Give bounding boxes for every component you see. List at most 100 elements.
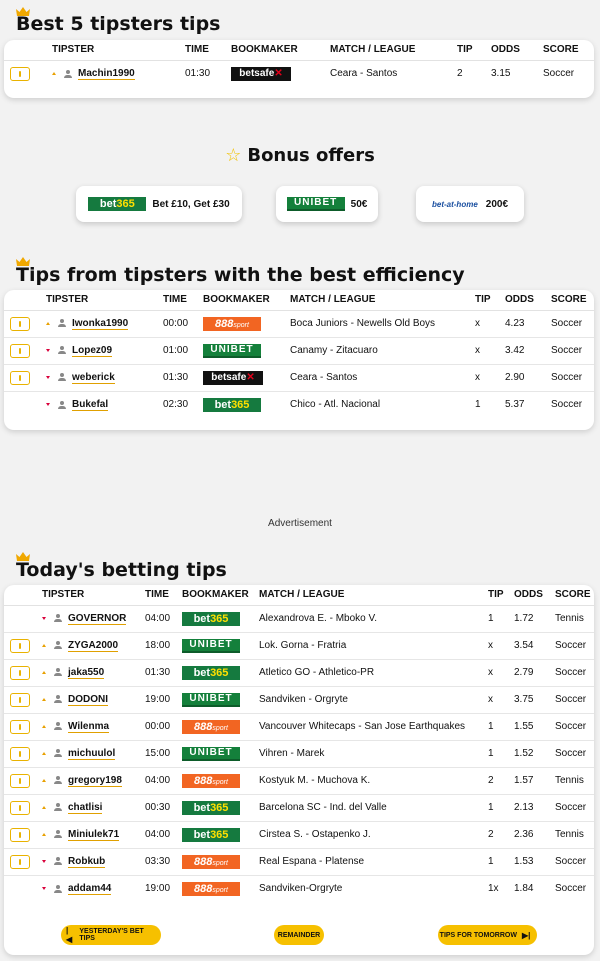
trend-down-icon [42,887,46,891]
user-icon [54,722,62,731]
tip-time: 19:00 [145,883,171,895]
add-tip-button[interactable] [10,746,30,761]
table-row[interactable]: addam44 19:00 888sport Sandviken-Orgryte 1x 1… [4,875,594,902]
table-row[interactable]: Iwonka1990 00:00 888sport Boca Juniors -… [4,310,594,338]
table-row[interactable]: michuulol 15:00 UNIBET Vihren - Marek 1 1.52 S… [4,740,594,768]
tomorrow-tips-button[interactable]: TIPS FOR TOMORROW ▶| [438,925,537,945]
bookmaker-logo-bet365[interactable]: bet365 [203,397,261,412]
bonus-offer-bet365[interactable]: bet365 Bet £10, Get £30 [76,186,242,222]
bookmaker-logo-betsafe[interactable]: betsafe✕ [203,370,263,385]
add-tip-button[interactable] [10,370,30,385]
add-tip-button[interactable] [10,66,30,81]
tipster-link[interactable]: DODONI [68,693,108,706]
tipster-link[interactable]: ZYGA2000 [68,639,119,652]
tipster-link[interactable]: Iwonka1990 [72,317,129,330]
table-row[interactable]: Lopez09 01:00 UNIBET Canamy - Zitacuaro … [4,337,594,365]
bookmaker-logo-888sport[interactable]: 888sport [182,773,240,788]
add-tip-button[interactable] [10,316,30,331]
odds-value: 3.75 [514,686,555,714]
bookmaker-logo-unibet[interactable]: UNIBET [203,343,261,358]
bookmaker-logo-888sport[interactable]: 888sport [203,316,261,331]
bookmaker-logo-unibet[interactable]: UNIBET [182,746,240,761]
bookmaker-logo-888sport[interactable]: 888sport [182,881,240,896]
tipster-link[interactable]: michuulol [68,747,116,760]
tipster-link[interactable]: Lopez09 [72,344,113,357]
tipster-link[interactable]: jaka550 [68,666,105,679]
add-tip-button[interactable] [10,800,30,815]
sport-name: Tennis [555,605,594,633]
tipster-link[interactable]: Machin1990 [78,68,135,81]
match-name: Sandviken - Orgryte [259,686,488,714]
yesterday-tips-button[interactable]: |◀ YESTERDAY'S BET TIPS [61,925,161,945]
add-tip-button[interactable] [10,719,30,734]
trend-up-icon [42,832,46,836]
table-row[interactable]: GOVERNOR 04:00 bet365 Alexandrova E. - Mbok… [4,605,594,633]
advertisement-label: Advertisement [268,518,332,529]
remainder-button[interactable]: REMAINDER [274,925,324,945]
col-tipster: TIPSTER [52,40,185,61]
tip-time: 15:00 [145,740,182,768]
odds-value: 1.55 [514,713,555,741]
trend-up-icon [42,724,46,728]
tipster-link[interactable]: Wilenma [68,720,110,733]
add-tip-button[interactable] [10,343,30,358]
tipster-link[interactable]: addam44 [68,883,112,896]
odds-value: 1.52 [514,740,555,768]
sport-name: Tennis [555,767,594,795]
add-tip-button[interactable] [10,692,30,707]
trend-down-icon [46,348,50,352]
bookmaker-logo-bet365[interactable]: bet365 [182,611,240,626]
table-row[interactable]: Machin1990 01:30 betsafe✕ Ceara - Santos… [4,60,594,87]
match-name: Vihren - Marek [259,740,488,768]
bookmaker-logo-unibet[interactable]: UNIBET [182,692,240,707]
table-header-row: TIPSTER TIME BOOKMAKER MATCH / LEAGUE TI… [4,585,594,606]
user-icon [54,668,62,677]
table-row[interactable]: ZYGA2000 18:00 UNIBET Lok. Gorna - Fratria x… [4,632,594,660]
add-tip-button[interactable] [10,638,30,653]
tipster-link[interactable]: Bukefal [72,399,109,412]
tip-time: 19:00 [145,686,182,714]
section-title-best5: Best 5 tipsters tips [16,13,221,35]
add-tip-button[interactable] [10,854,30,869]
bonus-offer-betathome[interactable]: bet-at-home 200€ [416,186,524,222]
sport-name: Soccer [555,848,594,876]
tipster-link[interactable]: weberick [72,371,115,384]
trend-up-icon [42,643,46,647]
odds-value: 2.13 [514,794,555,822]
add-tip-button[interactable] [10,827,30,842]
add-tip-button[interactable] [10,665,30,680]
user-icon [54,614,62,623]
table-row[interactable]: Wilenma 00:00 888sport Vancouver Whitecaps … [4,713,594,741]
table-header-row: TIPSTER TIME BOOKMAKER MATCH / LEAGUE TI… [4,290,594,311]
bookmaker-logo-bet365[interactable]: bet365 [182,665,240,680]
table-row[interactable]: weberick 01:30 betsafe✕ Ceara - Santos x… [4,364,594,392]
bonus-offer-unibet[interactable]: UNIBET 50€ [276,186,378,222]
bookmaker-logo-bet365[interactable]: bet365 [182,800,240,815]
bookmaker-logo-888sport[interactable]: 888sport [182,719,240,734]
match-name: Ceara - Santos [330,68,398,80]
tipster-link[interactable]: Robkub [68,855,106,868]
add-tip-button[interactable] [10,773,30,788]
user-icon [54,803,62,812]
tipster-link[interactable]: Miniulek71 [68,828,120,841]
table-row[interactable]: Bukefal 02:30 bet365 Chico - Atl. Nacion… [4,391,594,418]
bookmaker-logo-unibet[interactable]: UNIBET [182,638,240,653]
sport-name: Tennis [555,821,594,849]
table-row[interactable]: jaka550 01:30 bet365 Atletico GO - Athletic… [4,659,594,687]
tip-time: 01:30 [185,68,211,80]
today-table: TIPSTER TIME BOOKMAKER MATCH / LEAGUE TI… [4,585,594,902]
table-row[interactable]: DODONI 19:00 UNIBET Sandviken - Orgryte x 3.7… [4,686,594,714]
table-row[interactable]: Miniulek71 04:00 bet365 Cirstea S. - Ostape… [4,821,594,849]
bookmaker-logo-888sport[interactable]: 888sport [182,854,240,869]
col-odds: ODDS [491,40,543,61]
bookmaker-logo-bet365[interactable]: bet365 [182,827,240,842]
tipster-link[interactable]: GOVERNOR [68,612,127,625]
trend-up-icon [46,321,50,325]
match-name: Sandviken-Orgryte [259,883,343,895]
table-row[interactable]: chatlisi 00:30 bet365 Barcelona SC - Ind. d… [4,794,594,822]
tipster-link[interactable]: chatlisi [68,801,103,814]
table-row[interactable]: Robkub 03:30 888sport Real Espana - Platens… [4,848,594,876]
bookmaker-logo-betsafe[interactable]: betsafe✕ [231,66,291,81]
table-row[interactable]: gregory198 04:00 888sport Kostyuk M. - Much… [4,767,594,795]
tipster-link[interactable]: gregory198 [68,774,122,787]
